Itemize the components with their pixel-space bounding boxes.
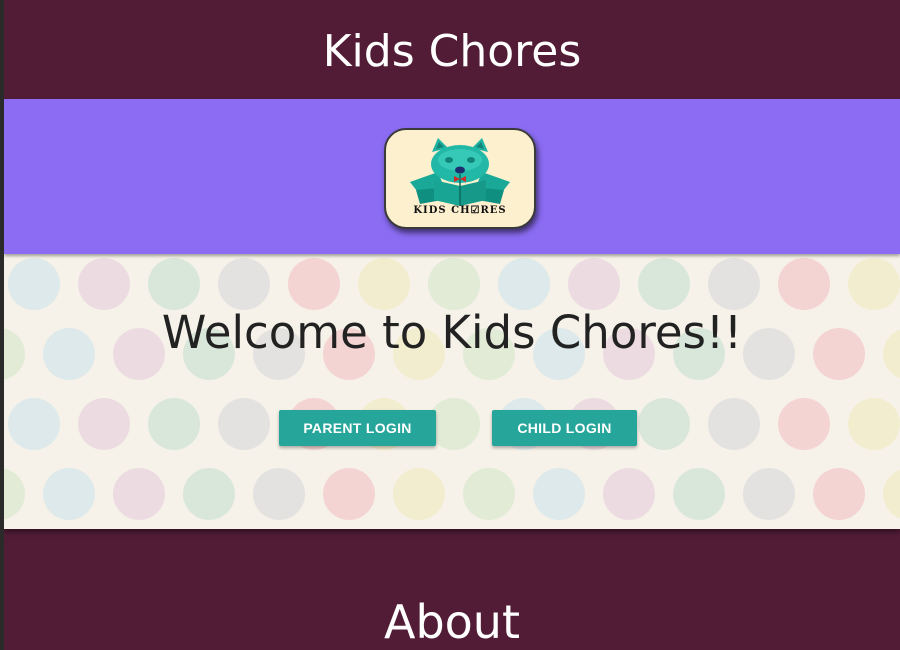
background-dot [148,258,200,310]
parent-login-button[interactable]: PARENT LOGIN [279,410,436,446]
background-dot [253,468,305,520]
background-dot [8,398,60,450]
about-section: About [4,529,900,650]
background-dot [113,468,165,520]
site-header: Kids Chores [4,0,900,99]
background-dot [848,258,900,310]
background-dot [358,258,410,310]
background-dot [638,258,690,310]
background-dot [4,468,25,520]
background-dot [813,468,865,520]
background-dot [8,258,60,310]
kids-chores-logo[interactable]: KIDS CH☑RES [384,128,536,229]
background-dot [708,398,760,450]
site-title: Kids Chores [322,26,582,77]
child-login-button[interactable]: CHILD LOGIN [492,410,637,446]
background-dot [533,468,585,520]
background-dot [393,468,445,520]
background-dot [43,468,95,520]
background-dot [673,468,725,520]
background-dot [323,468,375,520]
logo-text: KIDS CH☑RES [413,205,507,216]
about-heading: About [383,595,520,649]
background-dot [883,469,900,519]
polka-dot-background [4,258,900,520]
background-dot [708,258,760,310]
background-dot [148,398,200,450]
background-dot [78,398,130,450]
background-dot [778,258,830,310]
background-dot [183,468,235,520]
background-dot [778,398,830,450]
background-dot [463,468,515,520]
background-dot [78,258,130,310]
page: Kids Chores KIDS CH☑RES Welcome to Kids … [4,0,900,650]
background-dot [638,398,690,450]
background-dot [288,258,340,310]
background-dot [568,258,620,310]
background-dot [603,468,655,520]
welcome-section: Welcome to Kids Chores!! PARENT LOGIN CH… [4,254,900,529]
background-dot [743,468,795,520]
background-dot [428,258,480,310]
logo-band: KIDS CH☑RES [4,99,900,254]
background-dot [218,258,270,310]
background-dot [218,398,270,450]
welcome-heading: Welcome to Kids Chores!! [161,306,743,359]
background-dot [848,398,900,450]
background-dot [498,258,550,310]
